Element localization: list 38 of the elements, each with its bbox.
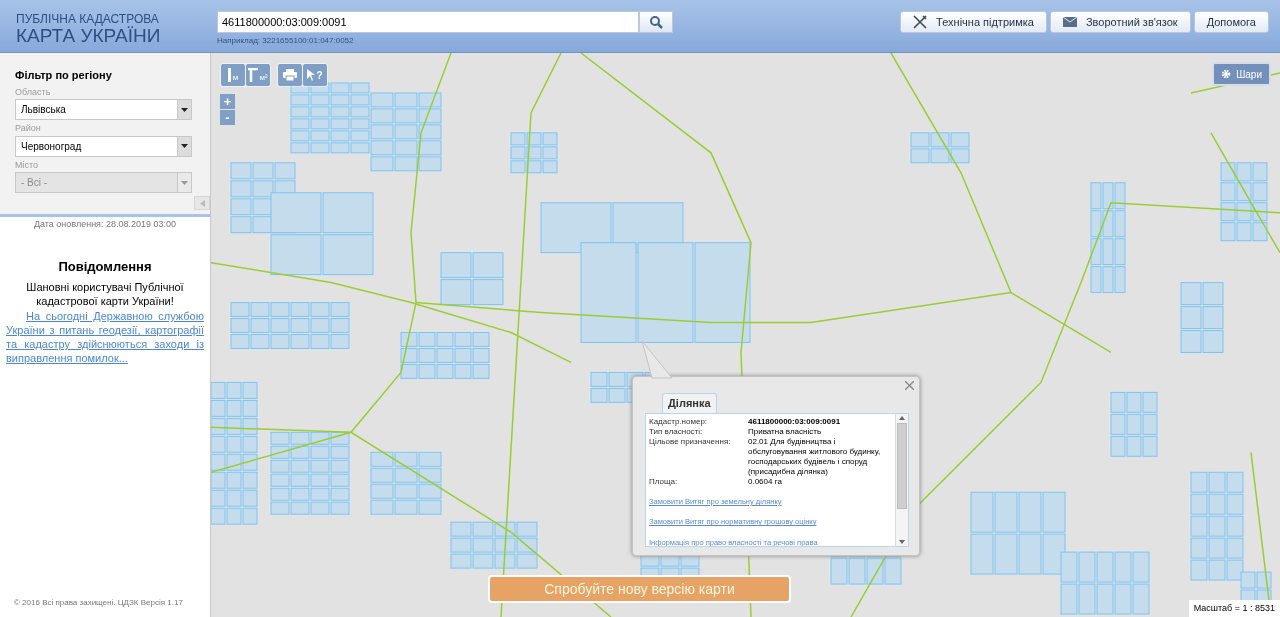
attribute-label: Цільове призначення: bbox=[649, 437, 732, 448]
copyright-footer: © 2016 Всі права захищені. ЦДЗК Версія 1.17 bbox=[0, 597, 210, 609]
region-dropdown[interactable]: Червоноград bbox=[15, 135, 192, 157]
tool-unit: м² bbox=[259, 74, 268, 82]
region-dropdown[interactable]: Львівська bbox=[15, 99, 192, 120]
field-label: Область bbox=[15, 85, 52, 99]
attribute-value: 0.0604 га bbox=[748, 477, 783, 487]
map-scale: Масштаб = 1 : 8531 bbox=[1188, 599, 1280, 617]
notice-title: Повідомлення bbox=[57, 257, 153, 276]
zoom-in-button[interactable]: + bbox=[220, 94, 235, 109]
attribute-value: 02.01 Для будівництва і обслуговування житлового будинку, господарських будівель і споруд (присадибна ділянка) bbox=[748, 437, 882, 477]
popup-tab[interactable]: Ділянка bbox=[662, 393, 717, 413]
new-version-button[interactable]: Спробуйте нову версію карти bbox=[488, 575, 791, 603]
attribute-value: 4611800000:03:009:0091 bbox=[748, 417, 842, 427]
attribute-label: Площа: bbox=[649, 477, 679, 487]
field-label: Місто bbox=[15, 158, 40, 172]
attribute-value: Приватна власність bbox=[748, 427, 823, 437]
notice-link[interactable]: На сьогодні Державною службою України з питань геодезії, картографії та кадастру здійснюються заходи із виправлення помилок... bbox=[0, 309, 210, 365]
feedback-button[interactable]: Зворотний зв'язок bbox=[1049, 11, 1191, 33]
help-button[interactable]: Допомога bbox=[1193, 11, 1269, 33]
search-field[interactable]: 4611800000:03:009:0091 bbox=[217, 11, 639, 33]
tool-unit: ? bbox=[316, 71, 323, 81]
tool-unit: м bbox=[232, 74, 239, 82]
zoom-out-button[interactable]: - bbox=[220, 110, 235, 125]
filter-title: Фільтр по регіону bbox=[15, 68, 113, 83]
layers-button[interactable]: Шари bbox=[1212, 62, 1271, 86]
map-tool-button[interactable]: м² bbox=[246, 64, 270, 86]
attribute-label: Тип власності: bbox=[649, 427, 704, 437]
logo-title: КАРТА УКРАЇНИ bbox=[16, 26, 162, 45]
update-date: Дата оновлення: 28.08.2019 03:00 bbox=[32, 218, 178, 231]
map-tool-button[interactable]: м bbox=[221, 64, 245, 86]
map-tool-button[interactable]: ? bbox=[303, 64, 327, 86]
search-example: Наприклад: 3221655100:01:047:0052 bbox=[217, 35, 355, 47]
attribute-label: Кадастр.номер: bbox=[649, 417, 709, 427]
notice-greeting: Шановні користувачі Публічної кадастрової карти України! bbox=[25, 280, 185, 308]
support-button[interactable]: Технічна підтримка bbox=[900, 11, 1047, 33]
logo-subtitle: ПУБЛІЧНА КАДАСТРОВА bbox=[16, 13, 160, 25]
field-label: Район bbox=[15, 122, 42, 135]
